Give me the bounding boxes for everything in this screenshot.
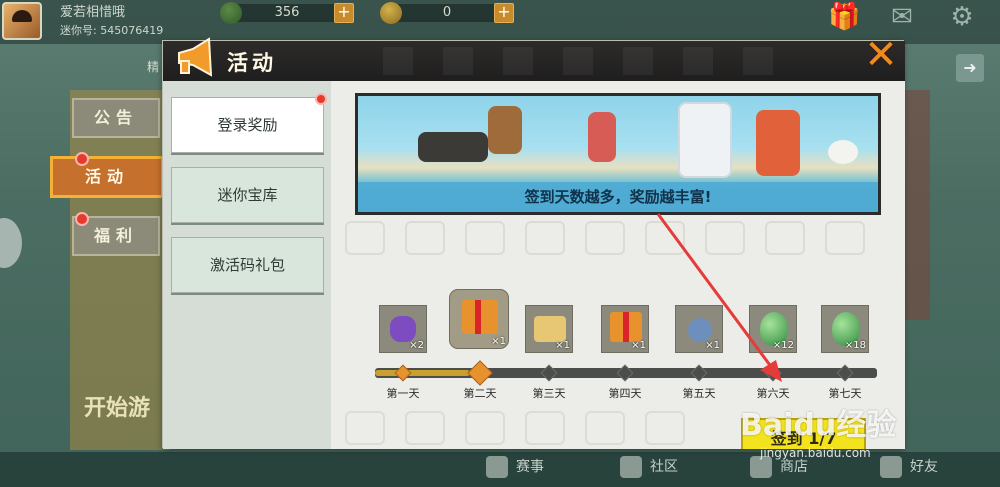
activity-notification-dot xyxy=(75,152,89,166)
start-game-text[interactable]: 开始游 xyxy=(84,390,150,422)
add-coin-button[interactable]: + xyxy=(494,3,514,23)
day-label-7: 第七天 xyxy=(828,387,862,400)
pattern-tile xyxy=(345,411,385,445)
brush-icon xyxy=(688,318,712,342)
banner-character-4 xyxy=(756,110,800,176)
checkin-progress-fill xyxy=(375,370,471,376)
background-elite-text: 精 xyxy=(147,60,160,74)
bean-value: 356 xyxy=(274,5,300,20)
pattern-tile xyxy=(705,221,745,255)
pattern-tile xyxy=(585,221,625,255)
community-icon xyxy=(620,456,642,478)
search-go-button[interactable]: ➜ xyxy=(956,54,984,82)
coin-currency: 0 + xyxy=(380,2,514,24)
nav-community-label: 社区 xyxy=(650,459,678,475)
trophy-icon xyxy=(486,456,508,478)
day-label-4: 第四天 xyxy=(608,387,642,400)
baidu-watermark-url: jingyan.baidu.com xyxy=(760,446,871,460)
reward-day-6[interactable]: ×12 xyxy=(749,305,797,353)
nav-friends[interactable]: 好友 xyxy=(880,456,938,478)
day-label-3: 第三天 xyxy=(532,387,566,400)
reward-day-5[interactable]: ×1 xyxy=(675,305,723,353)
mail-icon[interactable]: ✉ xyxy=(886,2,918,32)
reward-qty: ×12 xyxy=(772,340,794,351)
gift-icon[interactable]: 🎁 xyxy=(828,2,860,32)
day-label-1: 第一天 xyxy=(386,387,420,400)
tab-activity[interactable]: 活动 xyxy=(50,156,164,198)
lucky-bag-icon xyxy=(390,316,416,342)
banner-umbrella xyxy=(828,140,858,164)
day-label-2: 第二天 xyxy=(463,387,497,400)
reward-qty: ×1 xyxy=(491,336,506,347)
pattern-tile xyxy=(645,221,685,255)
gold-coin-icon xyxy=(380,2,402,24)
player-name: 爱若相惜哦 xyxy=(60,5,126,20)
banner-cart-illustration xyxy=(418,132,488,162)
settings-gear-icon[interactable]: ⚙ xyxy=(946,2,978,32)
player-avatar[interactable] xyxy=(2,2,42,40)
pattern-tile xyxy=(585,411,625,445)
reward-day-7[interactable]: ×18 xyxy=(821,305,869,353)
gift-box-icon xyxy=(462,300,498,334)
day-label-6: 第六天 xyxy=(756,387,790,400)
event-banner: 签到天数越多，奖励越丰富! xyxy=(355,93,881,215)
banner-caption: 签到天数越多，奖励越丰富! xyxy=(358,182,878,212)
menu-login-reward[interactable]: 登录奖励 xyxy=(171,97,324,153)
reward-day-4[interactable]: ×1 xyxy=(601,305,649,353)
reward-day-1[interactable]: ×2 xyxy=(379,305,427,353)
pattern-tile xyxy=(525,221,565,255)
reward-qty: ×1 xyxy=(555,340,570,351)
welfare-notification-dot xyxy=(75,212,89,226)
add-bean-button[interactable]: + xyxy=(334,3,354,23)
pattern-tile xyxy=(405,411,445,445)
coin-value: 0 xyxy=(442,5,452,20)
player-id: 迷你号: 545076419 xyxy=(60,24,164,37)
nav-events-label: 赛事 xyxy=(516,459,544,475)
green-bean-icon xyxy=(220,2,242,24)
banner-character-2 xyxy=(588,112,616,162)
pattern-tile xyxy=(345,221,385,255)
activity-dialog: 活动 ✕ 登录奖励 迷你宝库 激活码礼包 签到天数越多，奖励越丰富! ×2 ×1… xyxy=(162,35,905,449)
pattern-tile xyxy=(645,411,685,445)
nav-friends-label: 好友 xyxy=(910,459,938,475)
scroll-icon xyxy=(534,316,566,342)
pattern-tile xyxy=(765,221,805,255)
tab-announcement[interactable]: 公告 xyxy=(72,98,160,138)
bean-currency: 356 + xyxy=(220,2,354,24)
menu-activation-code-gift[interactable]: 激活码礼包 xyxy=(171,237,324,293)
friends-icon xyxy=(880,456,902,478)
pattern-tile xyxy=(405,221,445,255)
baidu-watermark: Baidu经验 xyxy=(740,408,897,443)
nav-shop-label: 商店 xyxy=(780,459,808,475)
pattern-tile xyxy=(465,411,505,445)
close-icon[interactable]: ✕ xyxy=(860,35,902,77)
reward-day-2[interactable]: ×1 xyxy=(449,289,509,349)
pattern-tile xyxy=(525,411,565,445)
banner-character-3 xyxy=(678,102,732,178)
activity-menu-panel: 登录奖励 迷你宝库 激活码礼包 xyxy=(163,81,331,449)
menu-mini-treasury[interactable]: 迷你宝库 xyxy=(171,167,324,223)
reward-qty: ×18 xyxy=(844,340,866,351)
reward-qty: ×1 xyxy=(705,340,720,351)
day-label-5: 第五天 xyxy=(682,387,716,400)
milestone-day-2 xyxy=(467,360,493,386)
megaphone-icon xyxy=(178,37,213,77)
dialog-title: 活动 xyxy=(227,51,277,75)
reward-qty: ×1 xyxy=(631,340,646,351)
reward-day-3[interactable]: ×1 xyxy=(525,305,573,353)
nav-community[interactable]: 社区 xyxy=(620,456,678,478)
reward-qty: ×2 xyxy=(409,340,424,351)
banner-character-1 xyxy=(488,106,522,154)
pattern-tile xyxy=(825,221,865,255)
nav-events[interactable]: 赛事 xyxy=(486,456,544,478)
login-reward-content: 签到天数越多，奖励越丰富! ×2 ×1 ×1 ×1 ×1 ×12 ×18 第一天… xyxy=(331,81,905,449)
gift-box-icon xyxy=(610,312,642,342)
login-reward-notification-dot xyxy=(315,93,327,105)
pattern-tile xyxy=(465,221,505,255)
